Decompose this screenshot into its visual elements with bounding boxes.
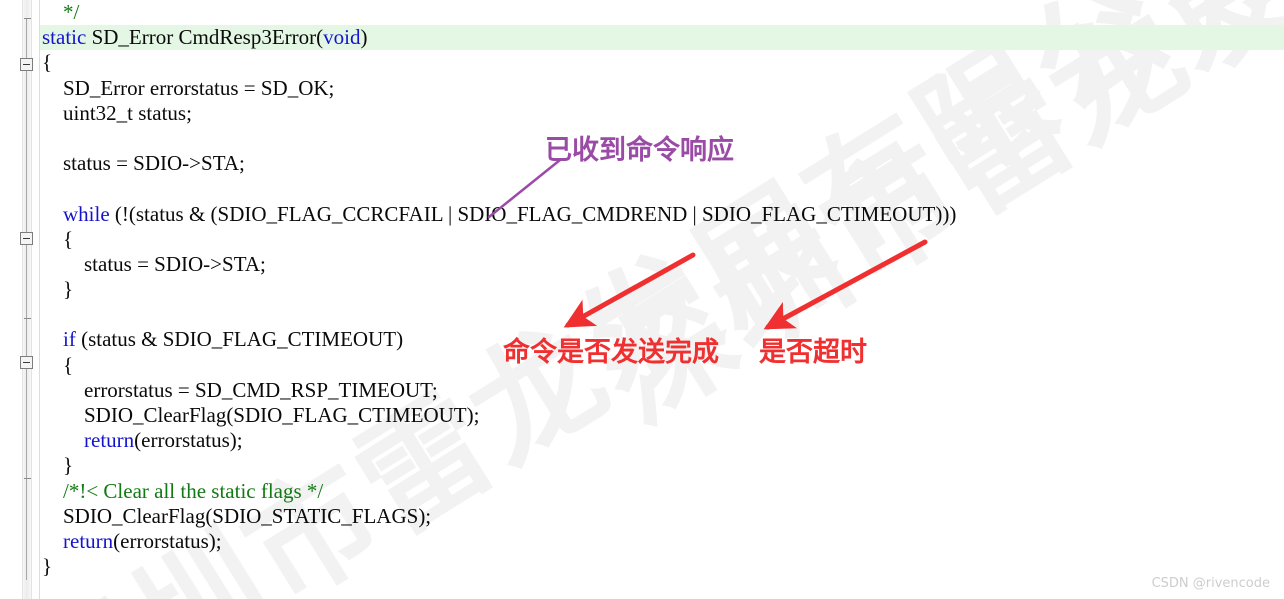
code-line[interactable] [40,302,1284,327]
code-token-ty: (errorstatus); [113,528,222,553]
code-line[interactable]: SD_Error errorstatus = SD_OK; [40,76,1284,101]
code-token-k: return [84,428,135,453]
code-line[interactable]: status = SDIO->STA; [40,252,1284,277]
code-token-ty: status = SDIO->STA; [63,151,245,176]
fold-end-tick-if [24,478,31,479]
code-line-text: static SD_Error CmdResp3Error(void) [42,25,367,49]
code-line[interactable]: errorstatus = SD_CMD_RSP_TIMEOUT; [40,378,1284,403]
code-token-ty: SD_Error errorstatus = SD_OK; [63,75,335,100]
code-line-text: } [42,554,52,578]
code-token-ty: SDIO_ClearFlag(SDIO_FLAG_CTIMEOUT); [84,403,480,427]
code-token-pn: { [63,226,74,251]
code-token-k: if [63,327,76,352]
code-token-pn: { [63,352,74,377]
code-line-text: { [42,353,73,377]
code-line[interactable]: } [40,453,1284,478]
code-token-ty: uint32_t status; [63,100,192,125]
code-token-ty: SDIO_ClearFlag(SDIO_STATIC_FLAGS); [63,503,432,528]
code-line-text: } [42,453,73,477]
editor-gutter[interactable] [0,0,33,599]
code-line-text: */ [42,0,79,24]
code-line[interactable]: uint32_t status; [40,101,1284,126]
code-line[interactable]: { [40,50,1284,75]
code-line-text: uint32_t status; [42,101,192,125]
code-line-text: status = SDIO->STA; [42,151,245,175]
code-token-pn: } [42,554,53,579]
fold-end-tick-while [24,318,31,319]
code-line[interactable]: */ [40,0,1284,25]
code-line-text: { [42,50,52,74]
code-token-ty: (status & SDIO_FLAG_CTIMEOUT) [75,327,404,352]
code-line[interactable]: } [40,554,1284,579]
code-token-pn: } [63,453,74,478]
code-line[interactable]: if (status & SDIO_FLAG_CTIMEOUT) [40,327,1284,352]
gutter-fold-strip [22,0,32,599]
code-line-text: SDIO_ClearFlag(SDIO_STATIC_FLAGS); [42,504,431,528]
code-line[interactable]: { [40,353,1284,378]
code-line[interactable] [40,126,1284,151]
code-token-ty: SD_Error CmdResp3Error [86,25,317,50]
code-line[interactable]: SDIO_ClearFlag(SDIO_STATIC_FLAGS); [40,504,1284,529]
code-token-ty: status = SDIO->STA; [84,251,266,276]
code-token-k: while [63,201,110,226]
code-line[interactable] [40,176,1284,201]
code-token-pn: { [42,50,53,75]
code-line-text: status = SDIO->STA; [42,252,266,276]
code-line-text: while (!(status & (SDIO_FLAG_CCRCFAIL | … [42,202,956,226]
code-token-cm: /*!< Clear all the static flags */ [63,478,324,503]
code-token-k: static [42,25,87,50]
code-line[interactable]: } [40,277,1284,302]
code-line[interactable]: static SD_Error CmdResp3Error(void) [40,25,1284,51]
code-token-pn: } [63,277,74,302]
code-token-k: return [63,528,114,553]
code-token-k: void [323,25,361,50]
code-line-text: return(errorstatus); [42,529,222,553]
code-token-ty: errorstatus = SD_CMD_RSP_TIMEOUT; [84,377,438,402]
code-line-text: { [42,227,73,251]
code-screenshot: 深圳市雷龙发展有限公司 深圳市雷龙发展有限公司 */static SD_Erro… [0,0,1284,599]
code-area[interactable]: */static SD_Error CmdResp3Error(void){SD… [40,0,1284,599]
code-token-pn: ) [360,25,368,50]
code-line[interactable]: SDIO_ClearFlag(SDIO_FLAG_CTIMEOUT); [40,403,1284,428]
code-line[interactable]: { [40,227,1284,252]
code-line[interactable]: return(errorstatus); [40,428,1284,453]
fold-function-body-collapse-icon[interactable] [20,58,33,71]
csdn-credit: CSDN @rivencode [1151,576,1270,591]
code-token-ty: (errorstatus); [134,428,243,453]
fold-if-body-collapse-icon[interactable] [20,356,33,369]
fold-end-tick-top [24,18,31,19]
code-line-text: return(errorstatus); [42,428,243,452]
code-line[interactable]: status = SDIO->STA; [40,151,1284,176]
code-line-text: errorstatus = SD_CMD_RSP_TIMEOUT; [42,378,438,402]
fold-guide-line [26,18,27,580]
code-token-ty: (!(status & (SDIO_FLAG_CCRCFAIL | SDIO_F… [109,201,957,226]
code-line-text: if (status & SDIO_FLAG_CTIMEOUT) [42,327,403,351]
code-line[interactable]: while (!(status & (SDIO_FLAG_CCRCFAIL | … [40,202,1284,227]
code-line-text: /*!< Clear all the static flags */ [42,479,323,503]
fold-while-body-collapse-icon[interactable] [20,232,33,245]
code-line[interactable]: /*!< Clear all the static flags */ [40,479,1284,504]
code-line-text: SD_Error errorstatus = SD_OK; [42,76,334,100]
code-line-text: } [42,277,73,301]
code-line[interactable]: return(errorstatus); [40,529,1284,554]
code-line-text: SDIO_ClearFlag(SDIO_FLAG_CTIMEOUT); [42,403,479,427]
code-token-cm: */ [63,0,80,24]
